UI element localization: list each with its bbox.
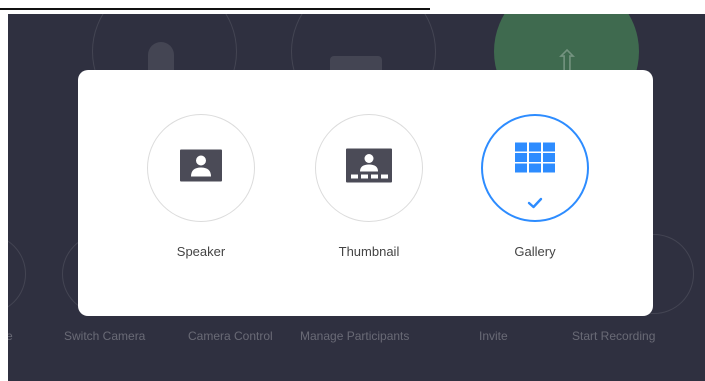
control-label-switch-camera: Switch Camera	[64, 329, 146, 343]
checkmark-icon	[527, 196, 543, 214]
speaker-view-option[interactable]: Speaker	[141, 114, 261, 260]
thumbnail-view-icon	[346, 148, 392, 188]
thumbnail-view-option[interactable]: Thumbnail	[309, 114, 429, 260]
control-label-invite: Invite	[479, 329, 508, 343]
gallery-option-ring[interactable]	[481, 114, 589, 222]
speaker-option-ring[interactable]	[147, 114, 255, 222]
gallery-view-icon	[515, 142, 555, 177]
gallery-view-option[interactable]: Gallery	[475, 114, 595, 260]
control-label-start-recording: Start Recording	[572, 329, 656, 343]
view-mode-dialog: Speaker Thumbnail Gallery	[78, 70, 653, 316]
cropped-heading	[0, 0, 705, 14]
speaker-view-icon	[180, 149, 222, 187]
control-label-camera-control: Camera Control	[188, 329, 273, 343]
gallery-label: Gallery	[514, 244, 556, 259]
control-circle	[8, 234, 26, 314]
thumbnail-label: Thumbnail	[338, 244, 400, 259]
thumbnail-option-ring[interactable]	[315, 114, 423, 222]
bottom-control-labels: e Switch Camera Camera Control Manage Pa…	[8, 329, 705, 349]
control-label: e	[8, 329, 13, 343]
control-label-manage-participants: Manage Participants	[300, 329, 410, 343]
heading-underline	[0, 8, 430, 10]
speaker-label: Speaker	[176, 244, 226, 259]
